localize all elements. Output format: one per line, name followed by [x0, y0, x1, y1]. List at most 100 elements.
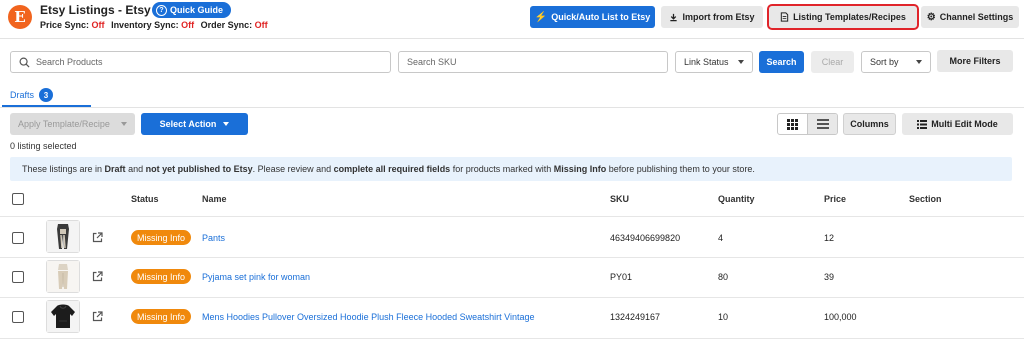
grid-view-button[interactable] [778, 114, 807, 134]
inventory-sync-value: Off [181, 20, 195, 30]
channel-settings-button[interactable]: ⚙ Channel Settings [921, 6, 1019, 28]
tab-drafts-label: Drafts [10, 90, 35, 100]
banner-text: for products marked with [450, 164, 554, 174]
row-checkbox[interactable] [12, 271, 24, 283]
external-link-icon[interactable] [92, 311, 103, 322]
product-thumbnail [46, 300, 80, 333]
select-all-checkbox[interactable] [12, 193, 24, 205]
list-view-button[interactable] [807, 114, 837, 134]
columns-button[interactable]: Columns [843, 113, 896, 135]
channel-settings-label: Channel Settings [939, 12, 1014, 22]
chevron-down-icon [738, 60, 744, 64]
grid-icon [787, 118, 798, 130]
clear-button[interactable]: Clear [811, 51, 854, 73]
sort-by-label: Sort by [870, 57, 899, 67]
import-label: Import from Etsy [682, 12, 755, 22]
order-sync-value: Off [254, 20, 268, 30]
price-cell: 39 [824, 272, 835, 282]
product-name-link[interactable]: Pants [202, 233, 225, 243]
table-row: Missing Info Pants 46349406699820 4 12 [0, 217, 1024, 257]
link-status-label: Link Status [684, 57, 729, 67]
order-sync-label: Order Sync: [200, 20, 253, 30]
quantity-cell: 4 [718, 233, 724, 243]
column-header-sku[interactable]: SKU [610, 194, 629, 204]
search-products-placeholder: Search Products [36, 57, 103, 67]
banner-text: before publishing them to your store. [606, 164, 755, 174]
tab-drafts[interactable]: Drafts 3 [10, 84, 54, 106]
apply-template-label: Apply Template/Recipe [18, 119, 110, 129]
import-button[interactable]: Import from Etsy [661, 6, 763, 28]
link-status-select[interactable]: Link Status [675, 51, 753, 73]
hoodie-photo-icon [47, 301, 79, 332]
chevron-down-icon [121, 122, 127, 126]
list-icon [816, 119, 829, 129]
banner-text: . Please review and [252, 164, 334, 174]
select-action-button[interactable]: Select Action [141, 113, 248, 135]
search-sku-input[interactable]: Search SKU [398, 51, 668, 73]
sku-cell: 46349406699820 [610, 233, 681, 243]
select-action-label: Select Action [159, 119, 217, 129]
banner-text: and [125, 164, 146, 174]
price-sync-value: Off [91, 20, 105, 30]
product-thumbnail [46, 260, 80, 293]
document-icon [780, 12, 789, 22]
listing-templates-button[interactable]: Listing Templates/Recipes [767, 4, 919, 30]
search-icon [19, 57, 30, 68]
banner-bold: complete all required fields [333, 164, 451, 174]
quantity-cell: 10 [718, 312, 729, 322]
column-header-name[interactable]: Name [202, 194, 227, 204]
sync-status: Price Sync: Off Inventory Sync: Off Orde… [40, 20, 272, 30]
view-toggle [777, 113, 838, 135]
question-icon: ? [156, 4, 167, 16]
download-icon [670, 13, 678, 21]
quick-guide-button[interactable]: ? Quick Guide [152, 2, 232, 18]
listing-templates-label: Listing Templates/Recipes [793, 12, 906, 22]
external-link-icon[interactable] [92, 271, 103, 282]
column-header-quantity[interactable]: Quantity [718, 194, 755, 204]
price-cell: 12 [824, 233, 835, 243]
row-divider [0, 338, 1024, 339]
status-badge: Missing Info [131, 309, 192, 324]
lightning-icon: ⚡ [534, 11, 548, 23]
list-edit-icon [917, 119, 928, 129]
table-row: Missing Info Pyjama set pink for woman P… [0, 258, 1024, 297]
column-header-status[interactable]: Status [131, 194, 159, 204]
column-header-section[interactable]: Section [909, 194, 942, 204]
product-name-link[interactable]: Pyjama set pink for woman [202, 272, 310, 282]
tab-divider [0, 107, 1024, 108]
status-badge: Missing Info [131, 230, 192, 245]
status-badge: Missing Info [131, 269, 192, 284]
tab-drafts-count: 3 [39, 88, 54, 102]
sku-cell: PY01 [610, 272, 633, 282]
row-checkbox[interactable] [12, 232, 24, 244]
multi-edit-button[interactable]: Multi Edit Mode [902, 113, 1013, 135]
search-button[interactable]: Search [759, 51, 804, 73]
more-filters-button[interactable]: More Filters [937, 50, 1013, 72]
pants-photo-icon [47, 221, 79, 252]
quantity-cell: 80 [718, 272, 729, 282]
column-header-price[interactable]: Price [824, 194, 846, 204]
quick-list-button[interactable]: ⚡ Quick/Auto List to Etsy [530, 6, 655, 28]
external-link-icon[interactable] [92, 232, 103, 243]
page-title: Etsy Listings - Etsy [40, 3, 151, 17]
header-divider [0, 38, 1024, 39]
table-row: Missing Info Mens Hoodies Pullover Overs… [0, 298, 1024, 338]
chevron-down-icon [223, 122, 230, 126]
etsy-logo: E [8, 5, 32, 29]
sku-cell: 1324249167 [610, 312, 661, 322]
row-checkbox[interactable] [12, 311, 24, 323]
search-sku-placeholder: Search SKU [407, 57, 457, 67]
sort-by-select[interactable]: Sort by [861, 51, 931, 73]
search-products-input[interactable]: Search Products [10, 51, 391, 73]
banner-bold: not yet published to Etsy [145, 164, 253, 174]
gear-icon: ⚙ [926, 11, 936, 23]
info-banner: These listings are in Draft and not yet … [10, 157, 1012, 181]
apply-template-select[interactable]: Apply Template/Recipe [10, 113, 135, 135]
product-thumbnail [46, 220, 80, 253]
pyjama-photo-icon [47, 261, 79, 292]
banner-bold: Missing Info [553, 164, 607, 174]
clear-label: Clear [821, 57, 844, 67]
product-name-link[interactable]: Mens Hoodies Pullover Oversized Hoodie P… [202, 312, 535, 322]
price-sync-label: Price Sync: [40, 20, 90, 30]
more-filters-label: More Filters [949, 56, 1001, 66]
